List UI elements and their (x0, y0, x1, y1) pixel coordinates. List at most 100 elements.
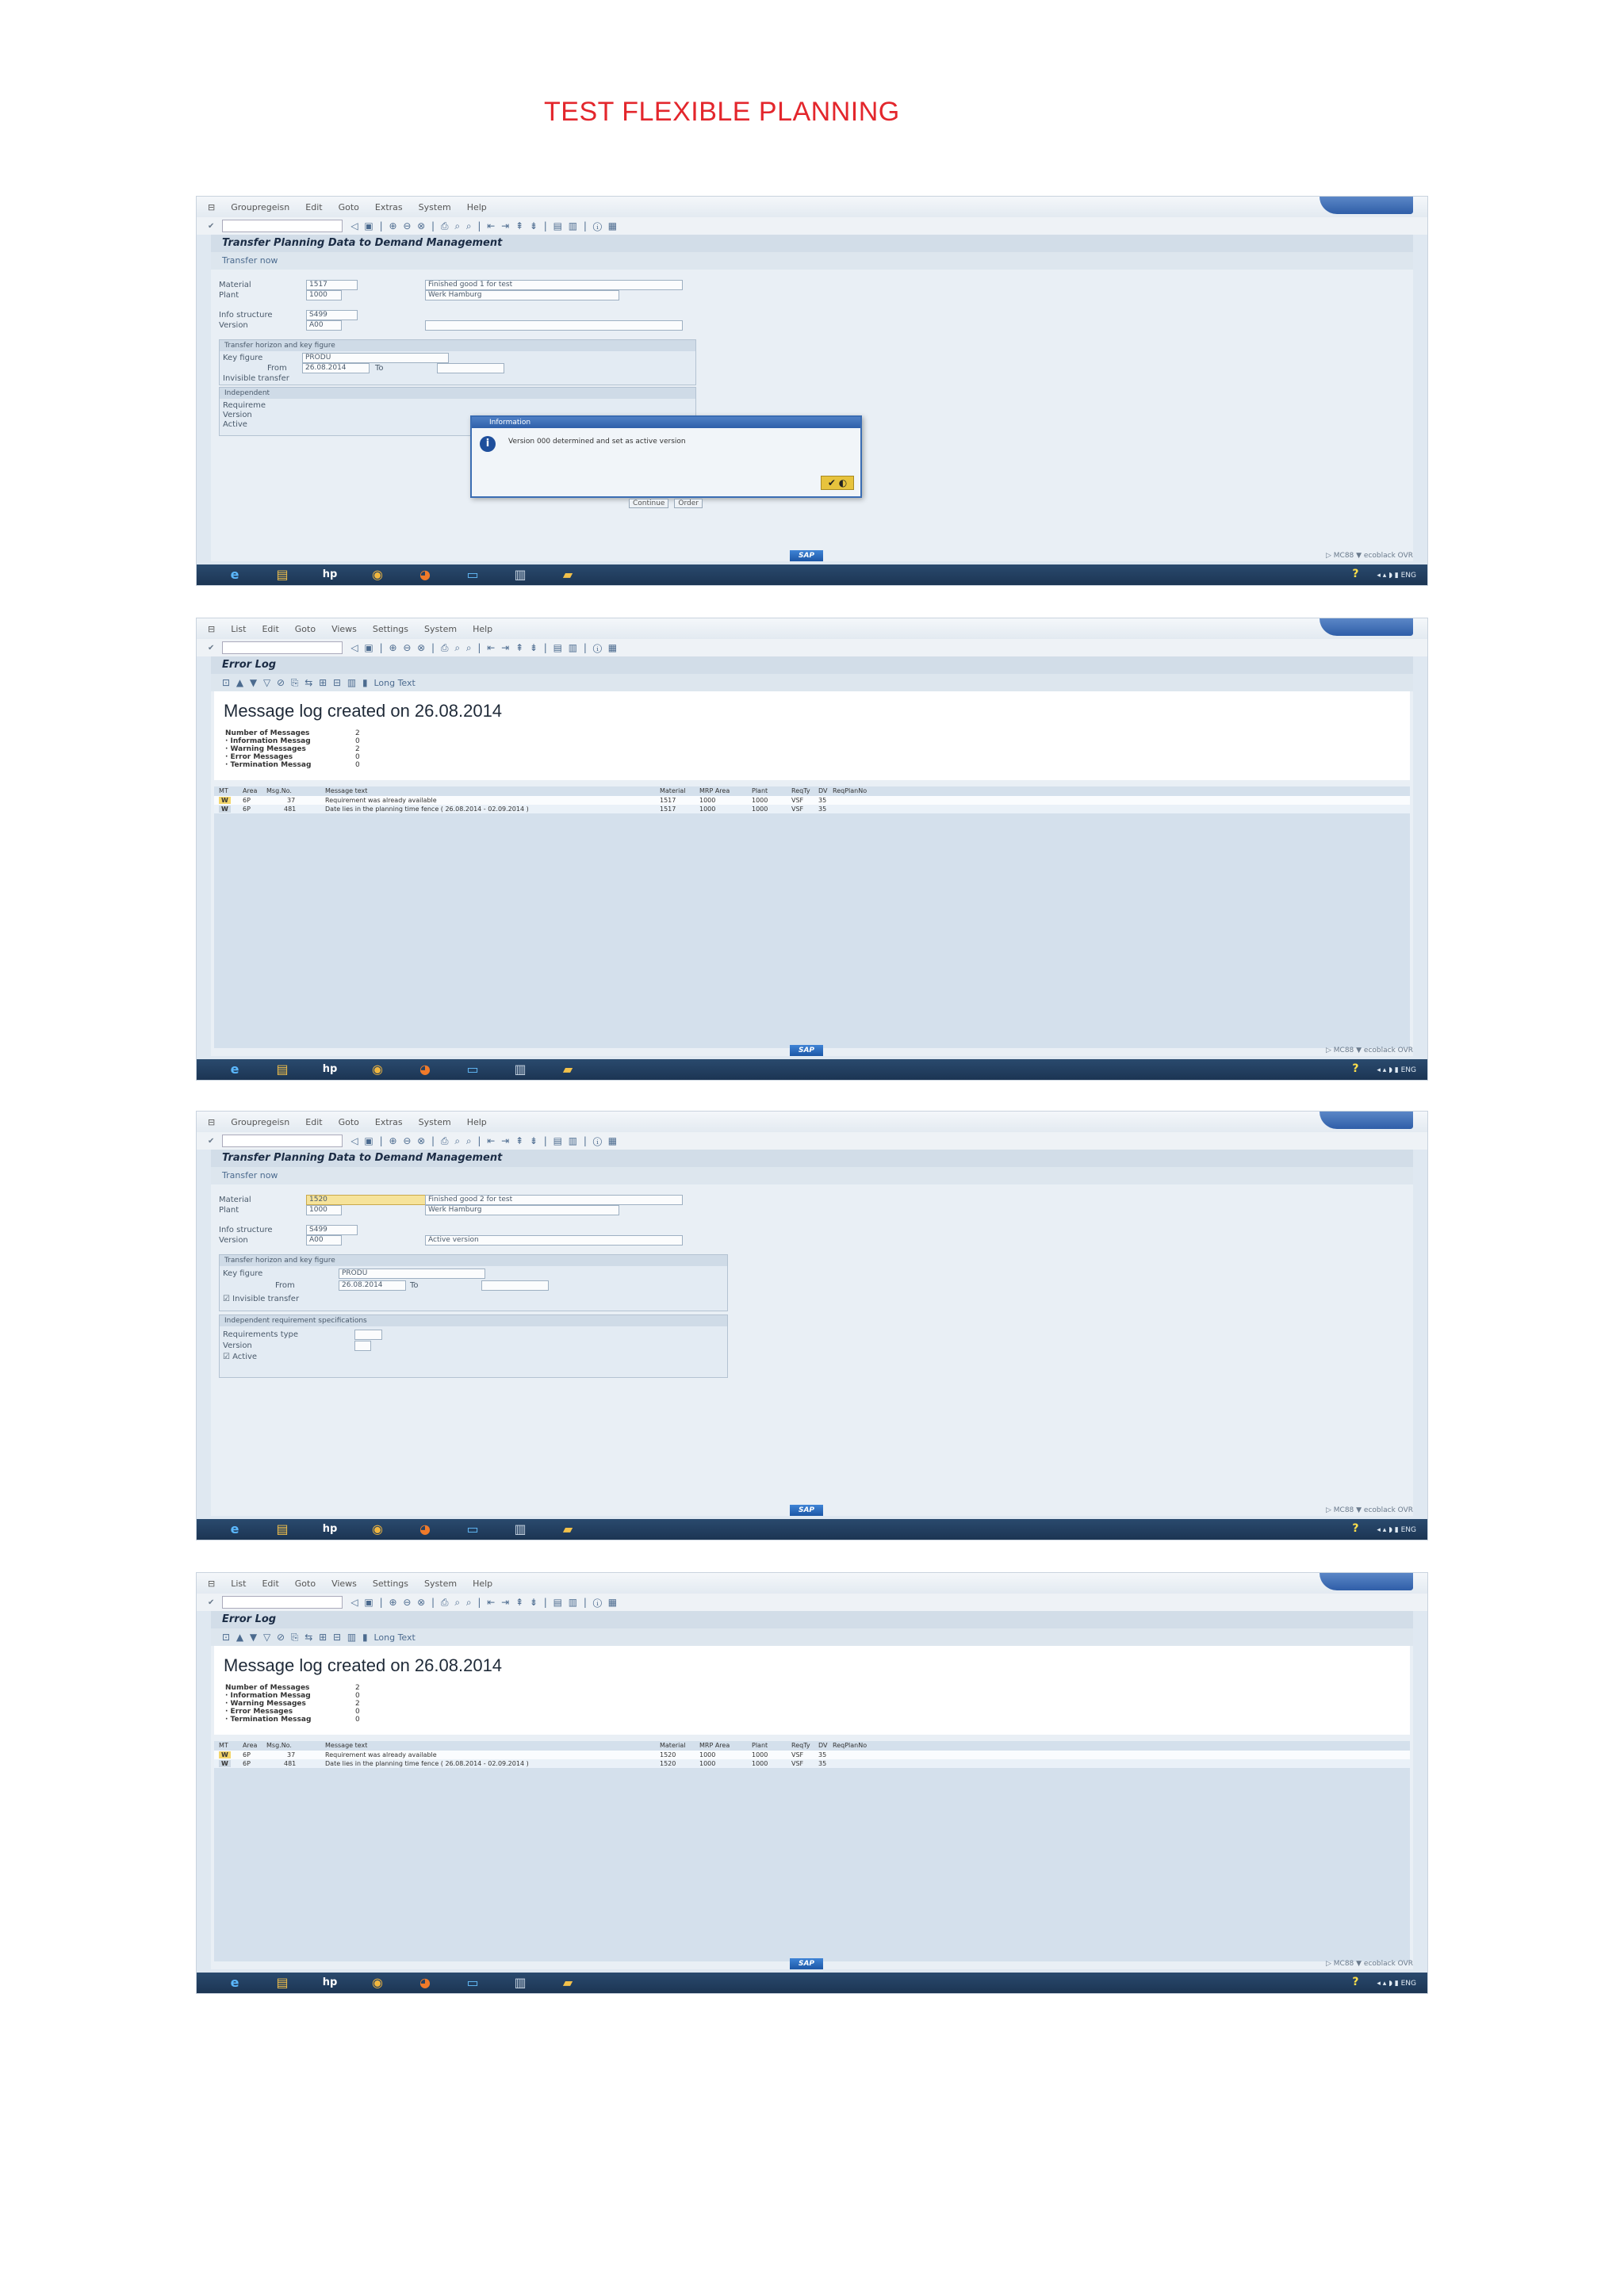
firefox-icon[interactable]: ◕ (404, 1974, 446, 1992)
menu-item[interactable]: List (231, 1578, 246, 1589)
invisible-transfer-checkbox[interactable]: Invisible transfer (223, 374, 289, 383)
menu-item[interactable]: Goto (295, 1578, 316, 1589)
column-header[interactable]: ReqTy (791, 1742, 810, 1749)
menu-item[interactable]: Goto (339, 202, 359, 212)
command-field[interactable] (222, 1135, 343, 1147)
toolbar-icons[interactable]: ◁ ▣ | ⊕ ⊖ ⊗ | ⎙ ⌕ ⌕ | ⇤ ⇥ ⇞ ⇟ | ▤ ▥ | ⓘ … (350, 220, 619, 232)
column-header[interactable]: ReqTy (791, 787, 810, 794)
column-header[interactable]: MT (219, 1742, 228, 1749)
column-header[interactable]: Msg.No. (266, 787, 292, 794)
tray-icons[interactable]: ◂ ▴ ◗ ▮ ENG (1377, 572, 1416, 580)
command-field[interactable] (222, 1596, 343, 1609)
version-input[interactable]: A00 (306, 320, 342, 331)
to-date-input[interactable] (437, 363, 504, 373)
menu-item[interactable]: Edit (305, 202, 322, 212)
version-input-2[interactable] (354, 1341, 371, 1351)
menu-item[interactable]: Extras (375, 202, 403, 212)
plant-input[interactable]: 1000 (306, 1205, 342, 1215)
sap-menu-icon[interactable]: ⊟ (208, 1578, 215, 1589)
folder-icon[interactable]: ▤ (262, 1061, 303, 1078)
order-button[interactable]: Order (674, 499, 703, 508)
material-input[interactable]: 1517 (306, 280, 358, 290)
log-toolbar-icons[interactable]: ⊡ ▲ ▼ ▽ ⊘ ⎘ ⇆ ⊞ ⊟ ▥ ▮ (222, 677, 373, 688)
active-checkbox[interactable]: Active (223, 420, 247, 429)
menu-item[interactable]: Views (331, 1578, 357, 1589)
material-input[interactable]: 1520 (306, 1195, 429, 1205)
ie-icon[interactable]: e (214, 1974, 255, 1992)
chrome-icon[interactable]: ◉ (357, 1061, 398, 1078)
window-controls[interactable] (1320, 1573, 1413, 1590)
firefox-icon[interactable]: ◕ (404, 566, 446, 584)
column-header[interactable]: DV (818, 1742, 828, 1749)
sap-logon-icon[interactable]: ▭ (452, 1521, 493, 1538)
sap-menu-icon[interactable]: ⊟ (208, 202, 215, 212)
active-checkbox[interactable]: ☑ Active (223, 1353, 257, 1361)
transfer-now-button[interactable]: Transfer now (211, 252, 1413, 270)
column-header[interactable]: Message text (325, 1742, 367, 1749)
explorer-icon[interactable]: ▥ (500, 566, 541, 584)
dialog-ok-button[interactable]: ✔ ◐ (821, 476, 854, 490)
chrome-icon[interactable]: ◉ (357, 1521, 398, 1538)
sap-logon-icon[interactable]: ▭ (452, 1061, 493, 1078)
column-header[interactable]: Area (243, 1742, 257, 1749)
help-icon[interactable]: ? (1352, 1062, 1358, 1075)
menu-item[interactable]: Help (467, 1117, 487, 1127)
tray-icons[interactable]: ◂ ▴ ◗ ▮ ENG (1377, 1066, 1416, 1074)
table-row[interactable]: W 6P 481 Date lies in the planning time … (214, 1759, 1410, 1768)
help-icon[interactable]: ? (1352, 568, 1358, 580)
menu-item[interactable]: System (424, 624, 457, 634)
from-date-input[interactable]: 26.08.2014 (302, 363, 370, 373)
log-toolbar-icons[interactable]: ⊡ ▲ ▼ ▽ ⊘ ⎘ ⇆ ⊞ ⊟ ▥ ▮ (222, 1632, 373, 1643)
menu-item[interactable]: Edit (305, 1117, 322, 1127)
toolbar-icons[interactable]: ◁ ▣ | ⊕ ⊖ ⊗ | ⎙ ⌕ ⌕ | ⇤ ⇥ ⇞ ⇟ | ▤ ▥ | ⓘ … (350, 1597, 619, 1609)
column-header[interactable]: Plant (752, 787, 768, 794)
menu-item[interactable]: Goto (339, 1117, 359, 1127)
menu-item[interactable]: Extras (375, 1117, 403, 1127)
table-row[interactable]: W 6P 37 Requirement was already availabl… (214, 1751, 1410, 1759)
column-header[interactable]: ReqPlanNo (833, 787, 867, 794)
menu-item[interactable]: Views (331, 624, 357, 634)
toolbar-icons[interactable]: ◁ ▣ | ⊕ ⊖ ⊗ | ⎙ ⌕ ⌕ | ⇤ ⇥ ⇞ ⇟ | ▤ ▥ | ⓘ … (350, 642, 619, 654)
table-row[interactable]: W 6P 481 Date lies in the planning time … (214, 805, 1410, 813)
plant-input[interactable]: 1000 (306, 290, 342, 300)
help-icon[interactable]: ? (1352, 1976, 1358, 1988)
tray-icons[interactable]: ◂ ▴ ◗ ▮ ENG (1377, 1980, 1416, 1988)
tray-icons[interactable]: ◂ ▴ ◗ ▮ ENG (1377, 1526, 1416, 1534)
menu-item[interactable]: Help (473, 1578, 492, 1589)
column-header[interactable]: MRP Area (699, 787, 730, 794)
chrome-icon[interactable]: ◉ (357, 566, 398, 584)
hp-icon[interactable]: hp (309, 566, 350, 584)
transfer-now-button[interactable]: Transfer now (211, 1167, 1413, 1184)
command-field[interactable] (222, 220, 343, 232)
menu-item[interactable]: Groupregeisn (231, 1117, 289, 1127)
sap-logon-icon[interactable]: ▭ (452, 1974, 493, 1992)
powerpoint-icon[interactable]: ▰ (547, 1974, 588, 1992)
column-header[interactable]: Material (660, 1742, 686, 1749)
info-structure-input[interactable]: S499 (306, 310, 358, 320)
invisible-transfer-checkbox[interactable]: ☑ Invisible transfer (223, 1295, 299, 1303)
column-header[interactable]: MT (219, 787, 228, 794)
table-row[interactable]: W 6P 37 Requirement was already availabl… (214, 796, 1410, 805)
powerpoint-icon[interactable]: ▰ (547, 566, 588, 584)
hp-icon[interactable]: hp (309, 1061, 350, 1078)
menu-item[interactable]: Edit (262, 1578, 278, 1589)
firefox-icon[interactable]: ◕ (404, 1521, 446, 1538)
menu-item[interactable]: Help (473, 624, 492, 634)
window-controls[interactable] (1320, 1112, 1413, 1129)
column-header[interactable]: MRP Area (699, 1742, 730, 1749)
menu-item[interactable]: System (419, 1117, 451, 1127)
column-header[interactable]: Area (243, 787, 257, 794)
enter-icon[interactable]: ✔ (208, 1598, 214, 1607)
info-structure-input[interactable]: S499 (306, 1225, 358, 1235)
ie-icon[interactable]: e (214, 1061, 255, 1078)
toolbar-icons[interactable]: ◁ ▣ | ⊕ ⊖ ⊗ | ⎙ ⌕ ⌕ | ⇤ ⇥ ⇞ ⇟ | ▤ ▥ | ⓘ … (350, 1135, 619, 1147)
long-text-button[interactable]: Long Text (373, 1632, 415, 1643)
column-header[interactable]: DV (818, 787, 828, 794)
ie-icon[interactable]: e (214, 1521, 255, 1538)
chrome-icon[interactable]: ◉ (357, 1974, 398, 1992)
powerpoint-icon[interactable]: ▰ (547, 1061, 588, 1078)
powerpoint-icon[interactable]: ▰ (547, 1521, 588, 1538)
explorer-icon[interactable]: ▥ (500, 1521, 541, 1538)
hp-icon[interactable]: hp (309, 1521, 350, 1538)
long-text-button[interactable]: Long Text (373, 678, 415, 688)
